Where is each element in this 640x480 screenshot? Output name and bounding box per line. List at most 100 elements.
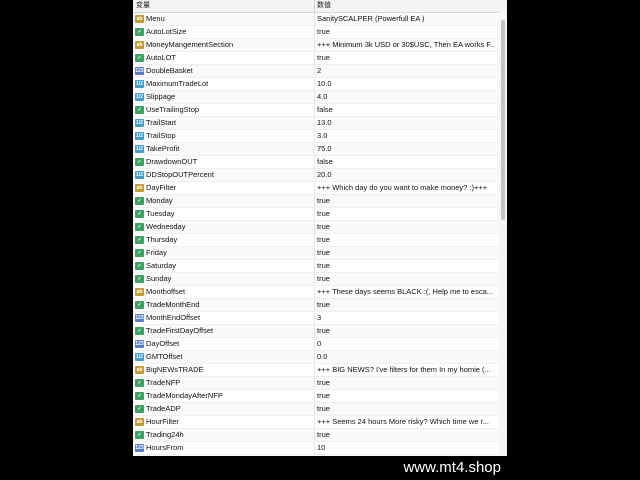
table-row[interactable]: 123 DoubleBasket 2 [133, 65, 499, 78]
value-cell[interactable]: true [317, 234, 495, 246]
variable-cell: 123 HoursFrom [133, 442, 315, 454]
value-cell[interactable]: 3 [317, 312, 495, 324]
value-cell[interactable]: true [317, 390, 495, 402]
table-row[interactable]: ✓ Thursday true [133, 234, 499, 247]
value-cell[interactable]: 20.0 [317, 169, 495, 181]
variable-cell: ab HourFilter [133, 416, 315, 428]
value-cell[interactable]: false [317, 104, 495, 116]
table-row[interactable]: ✓ DrawdownOUT false [133, 156, 499, 169]
value-cell[interactable]: 13.0 [317, 117, 495, 129]
table-row[interactable]: 123 DayOffset 0 [133, 338, 499, 351]
table-row[interactable]: 1/2 DDStopOUTPercent 20.0 [133, 169, 499, 182]
variable-cell: ✓ TradeFirstDayOffset [133, 325, 315, 337]
table-row[interactable]: ✓ TradeFirstDayOffset true [133, 325, 499, 338]
variable-cell: 1/2 MaximumTradeLot [133, 78, 315, 90]
table-row[interactable]: ✓ AutoLOT true [133, 52, 499, 65]
table-row[interactable]: ab Monthoffset +++ These days seems BLACK… [133, 286, 499, 299]
variable-name: Trading24h [146, 430, 184, 439]
table-row[interactable]: ab Menu SanitySCALPER (Powerfull EA ) [133, 13, 499, 26]
table-row[interactable]: 1/2 TrailStop 3.0 [133, 130, 499, 143]
variable-name: DrawdownOUT [146, 157, 198, 166]
table-row[interactable]: ✓ TradeMonthEnd true [133, 299, 499, 312]
variable-name: Monthoffset [146, 287, 186, 296]
value-cell[interactable]: 10.0 [317, 78, 495, 90]
value-cell[interactable]: true [317, 273, 495, 285]
variable-cell: 1/2 DDStopOUTPercent [133, 169, 315, 181]
value-cell[interactable]: SanitySCALPER (Powerfull EA ) [317, 13, 495, 25]
table-row[interactable]: ✓ Monday true [133, 195, 499, 208]
column-header-variable[interactable]: 变量 [136, 0, 315, 12]
table-row[interactable]: ✓ TradeADP true [133, 403, 499, 416]
watermark-bar: www.mt4.shop [133, 456, 507, 480]
table-row[interactable]: ✓ AutoLotSize true [133, 26, 499, 39]
value-cell[interactable]: 2 [317, 65, 495, 77]
value-cell[interactable]: 75.0 [317, 143, 495, 155]
bool-icon: ✓ [135, 392, 144, 400]
value-cell[interactable]: 3.0 [317, 130, 495, 142]
value-cell[interactable]: true [317, 221, 495, 233]
value-cell[interactable]: true [317, 247, 495, 259]
value-cell[interactable]: 0.0 [317, 351, 495, 363]
value-cell[interactable]: true [317, 429, 495, 441]
table-row[interactable]: 1/2 TakeProfit 75.0 [133, 143, 499, 156]
bool-icon: ✓ [135, 262, 144, 270]
table-row[interactable]: ✓ Wednesday true [133, 221, 499, 234]
table-row[interactable]: 1/2 Slippage 4.0 [133, 91, 499, 104]
table-row[interactable]: ab BigNEWsTRADE +++ BIG NEWS? I've filter… [133, 364, 499, 377]
double-icon: 1/2 [135, 171, 144, 179]
table-row[interactable]: ✓ Friday true [133, 247, 499, 260]
value-cell[interactable]: true [317, 26, 495, 38]
table-row[interactable]: 1/2 TrailStart 13.0 [133, 117, 499, 130]
table-row[interactable]: ✓ Saturday true [133, 260, 499, 273]
bool-icon: ✓ [135, 301, 144, 309]
variable-name: Monday [146, 196, 173, 205]
value-cell[interactable]: true [317, 260, 495, 272]
value-cell[interactable]: +++ Minimum 3k USD or 30$USC, Then EA wo… [317, 39, 495, 51]
variable-cell: 1/2 TrailStart [133, 117, 315, 129]
value-cell[interactable]: true [317, 377, 495, 389]
table-row[interactable]: 1/2 GMTOffset 0.0 [133, 351, 499, 364]
bool-icon: ✓ [135, 431, 144, 439]
variable-cell: ✓ Thursday [133, 234, 315, 246]
table-row[interactable]: ab DayFilter +++ Which day do you want to… [133, 182, 499, 195]
value-cell[interactable]: true [317, 403, 495, 415]
table-row[interactable]: 123 HoursFrom 10 [133, 442, 499, 455]
ab-icon: ab [135, 418, 144, 426]
value-cell[interactable]: +++ BIG NEWS? I've filters for them In m… [317, 364, 495, 376]
value-cell[interactable]: +++ Seems 24 hours More risky? Which tim… [317, 416, 495, 428]
variable-cell: ✓ UseTrailingStop [133, 104, 315, 116]
table-row[interactable]: ab MoneyMangementSection +++ Minimum 3k US… [133, 39, 499, 52]
variable-name: Saturday [146, 261, 177, 270]
value-cell[interactable]: true [317, 52, 495, 64]
table-row[interactable]: ✓ TradeMondayAfterNFP true [133, 390, 499, 403]
variable-cell: ✓ TradeMondayAfterNFP [133, 390, 315, 402]
value-cell[interactable]: +++ These days seems BLACK :(, Help me t… [317, 286, 495, 298]
column-header-value[interactable]: 数值 [317, 0, 497, 12]
variable-name: DayOffset [146, 339, 180, 348]
value-cell[interactable]: +++ Which day do you want to make money?… [317, 182, 495, 194]
value-cell[interactable]: true [317, 325, 495, 337]
table-row[interactable]: ab HourFilter +++ Seems 24 hours More risk… [133, 416, 499, 429]
variable-cell: 123 DayOffset [133, 338, 315, 350]
table-row[interactable]: ✓ Tuesday true [133, 208, 499, 221]
table-row[interactable]: 1/2 MaximumTradeLot 10.0 [133, 78, 499, 91]
value-cell[interactable]: 4.0 [317, 91, 495, 103]
table-row[interactable]: ✓ UseTrailingStop false [133, 104, 499, 117]
scrollbar-thumb[interactable] [501, 20, 505, 220]
value-cell[interactable]: true [317, 299, 495, 311]
table-row[interactable]: 123 MonthEndOffset 3 [133, 312, 499, 325]
bool-icon: ✓ [135, 158, 144, 166]
table-row[interactable]: ✓ Trading24h true [133, 429, 499, 442]
value-cell[interactable]: 0 [317, 338, 495, 350]
variable-name: MonthEndOffset [146, 313, 201, 322]
value-cell[interactable]: false [317, 156, 495, 168]
variable-name: Wednesday [146, 222, 186, 231]
value-cell[interactable]: 10 [317, 442, 495, 454]
table-row[interactable]: ✓ TradeNFP true [133, 377, 499, 390]
value-cell[interactable]: true [317, 208, 495, 220]
value-cell[interactable]: true [317, 195, 495, 207]
table-row[interactable]: ✓ Sunday true [133, 273, 499, 286]
variable-name: TradeNFP [146, 378, 181, 387]
bool-icon: ✓ [135, 106, 144, 114]
vertical-scrollbar[interactable] [499, 12, 507, 456]
